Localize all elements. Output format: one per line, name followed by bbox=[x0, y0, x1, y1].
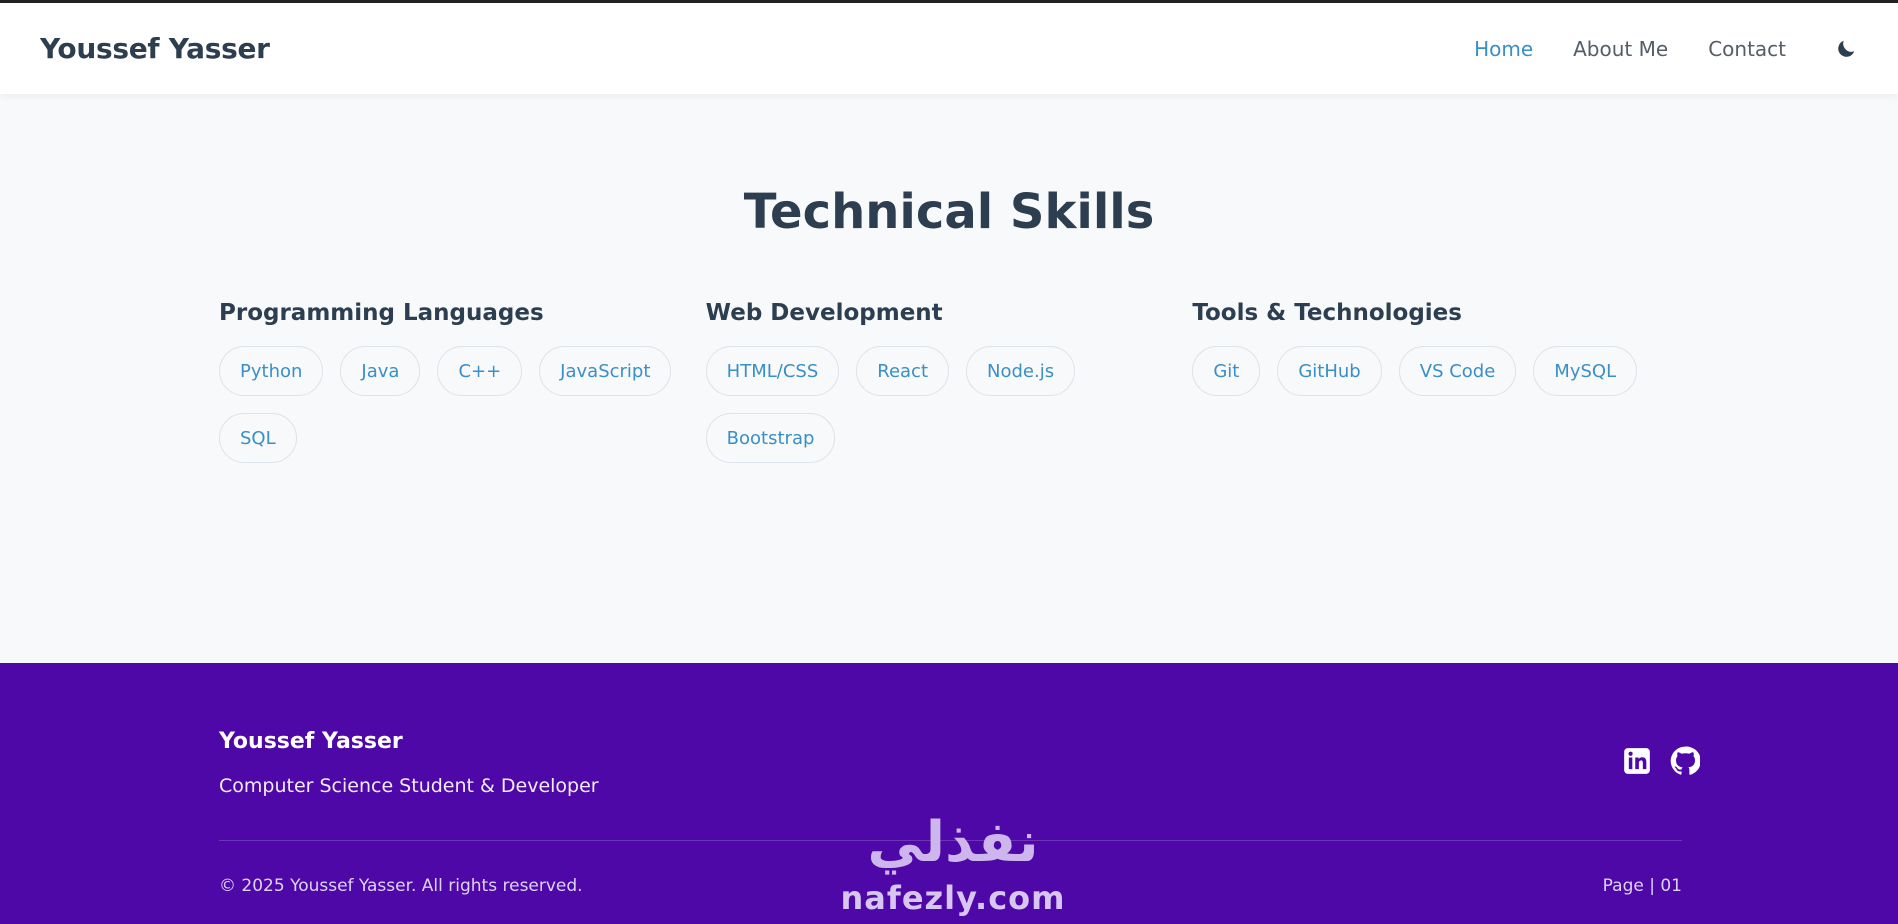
linkedin-link[interactable] bbox=[1622, 746, 1652, 776]
skill-tag[interactable]: MySQL bbox=[1533, 346, 1638, 396]
footer-tagline: Computer Science Student & Developer bbox=[219, 775, 599, 797]
skill-tag[interactable]: GitHub bbox=[1277, 346, 1382, 396]
skill-tag[interactable]: Node.js bbox=[966, 346, 1076, 396]
category-title: Web Development bbox=[705, 300, 943, 326]
skill-tag[interactable]: HTML/CSS bbox=[705, 346, 840, 396]
skill-tag[interactable]: VS Code bbox=[1398, 346, 1517, 396]
skill-tag[interactable]: JavaScript bbox=[539, 346, 672, 396]
skill-category-tools: Tools & Technologies Git GitHub VS Code … bbox=[1192, 300, 1679, 480]
skill-tag[interactable]: C++ bbox=[437, 346, 523, 396]
skill-category-web: Web Development HTML/CSS React Node.js B… bbox=[705, 300, 1193, 480]
watermark-arabic-text: نفذلي bbox=[867, 810, 1039, 875]
skill-tag-list: HTML/CSS React Node.js Bootstrap bbox=[705, 346, 1186, 480]
skill-category-programming: Programming Languages Python Java C++ Ja… bbox=[219, 300, 706, 480]
watermark-logo: نفذلي nafezly.com bbox=[838, 808, 1068, 924]
nav-link-contact[interactable]: Contact bbox=[1708, 37, 1786, 61]
github-icon bbox=[1670, 746, 1700, 775]
skill-tag[interactable]: Java bbox=[340, 346, 421, 396]
nav-link-home[interactable]: Home bbox=[1474, 37, 1533, 61]
watermark-latin-text: nafezly.com bbox=[840, 879, 1066, 917]
navbar: Youssef Yasser Home About Me Contact bbox=[0, 3, 1898, 94]
theme-toggle-button[interactable] bbox=[1834, 37, 1858, 61]
skill-tag[interactable]: React bbox=[856, 346, 950, 396]
footer-name: Youssef Yasser bbox=[219, 729, 403, 754]
skill-tag[interactable]: Git bbox=[1192, 346, 1261, 396]
page-number: Page | 01 bbox=[1602, 876, 1682, 896]
skill-tag[interactable]: SQL bbox=[219, 413, 297, 463]
skills-columns: Programming Languages Python Java C++ Ja… bbox=[219, 300, 1679, 480]
social-links bbox=[1604, 746, 1700, 776]
category-title: Tools & Technologies bbox=[1192, 300, 1462, 326]
skill-tag[interactable]: Bootstrap bbox=[705, 413, 836, 463]
linkedin-icon bbox=[1624, 748, 1650, 774]
skill-tag-list: Git GitHub VS Code MySQL bbox=[1192, 346, 1672, 413]
copyright-text: © 2025 Youssef Yasser. All rights reserv… bbox=[219, 876, 583, 896]
github-link[interactable] bbox=[1670, 746, 1700, 776]
nav-link-about[interactable]: About Me bbox=[1573, 37, 1668, 61]
skills-title: Technical Skills bbox=[743, 184, 1155, 240]
moon-icon bbox=[1838, 40, 1855, 57]
category-title: Programming Languages bbox=[219, 300, 544, 326]
nav-menu: Home About Me Contact bbox=[1434, 37, 1858, 61]
brand-logo-text[interactable]: Youssef Yasser bbox=[40, 32, 270, 65]
skill-tag-list: Python Java C++ JavaScript SQL bbox=[219, 346, 699, 480]
skill-tag[interactable]: Python bbox=[219, 346, 324, 396]
